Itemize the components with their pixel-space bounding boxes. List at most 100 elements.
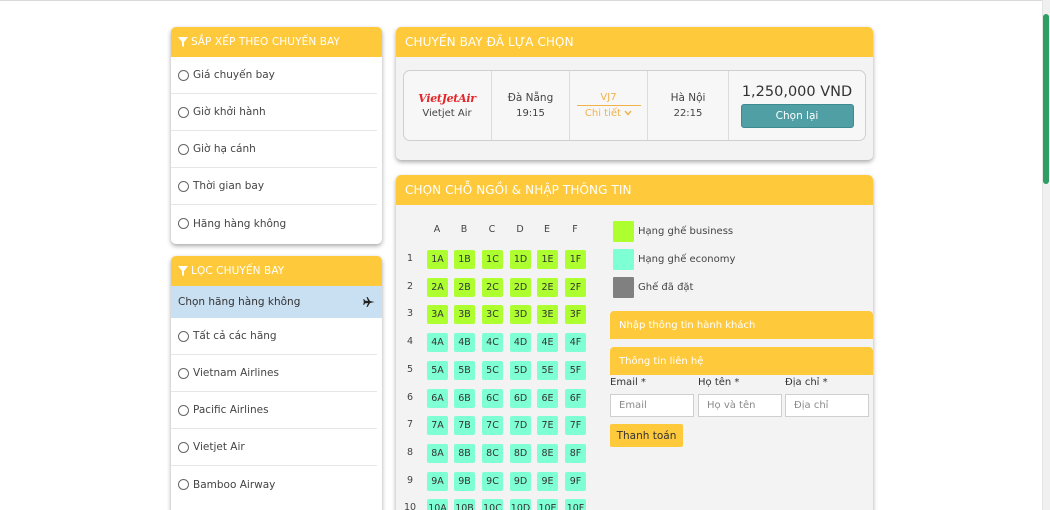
top-border — [0, 0, 1050, 1]
radio-button[interactable] — [178, 106, 189, 118]
seat-2D[interactable]: 2D — [510, 277, 531, 297]
seat-9D[interactable]: 9D — [510, 471, 531, 491]
seat-column-label: F — [572, 224, 578, 235]
name-field[interactable] — [698, 394, 782, 417]
seat-9F[interactable]: 9F — [565, 471, 586, 491]
seat-1A[interactable]: 1A — [427, 250, 448, 269]
seat-8C[interactable]: 8C — [482, 443, 503, 463]
sort-option[interactable]: Hãng hàng không — [171, 205, 377, 242]
seat-8D[interactable]: 8D — [510, 443, 531, 463]
email-field[interactable] — [610, 394, 694, 417]
seat-6C[interactable]: 6C — [482, 388, 503, 408]
seat-9E[interactable]: 9E — [537, 471, 558, 491]
seat-2F[interactable]: 2F — [565, 277, 586, 297]
seat-6D[interactable]: 6D — [510, 388, 531, 408]
seat-9C[interactable]: 9C — [482, 471, 503, 491]
seat-10C[interactable]: 10C — [482, 499, 503, 510]
seat-7A[interactable]: 7A — [427, 416, 448, 436]
seat-4A[interactable]: 4A — [427, 333, 448, 353]
seat-9B[interactable]: 9B — [454, 471, 475, 491]
seat-10A[interactable]: 10A — [427, 499, 448, 510]
seat-7D[interactable]: 7D — [510, 416, 531, 436]
sort-option[interactable]: Giờ hạ cánh — [171, 131, 377, 168]
seat-6E[interactable]: 6E — [537, 388, 558, 408]
seat-4E[interactable]: 4E — [537, 333, 558, 353]
seat-5D[interactable]: 5D — [510, 360, 531, 380]
sort-option[interactable]: Giá chuyến bay — [171, 57, 377, 94]
seat-1E[interactable]: 1E — [537, 250, 558, 269]
legend-economy: Hạng ghế economy — [613, 249, 735, 270]
arrival-city: Hà Nội — [670, 92, 706, 104]
seat-7C[interactable]: 7C — [482, 416, 503, 436]
seat-8F[interactable]: 8F — [565, 443, 586, 463]
seat-6F[interactable]: 6F — [565, 388, 586, 408]
seat-1C[interactable]: 1C — [482, 250, 503, 269]
seat-2B[interactable]: 2B — [454, 277, 475, 297]
seat-1F[interactable]: 1F — [565, 250, 586, 269]
reselect-button[interactable]: Chọn lại — [740, 103, 854, 128]
seat-10F[interactable]: 10F — [565, 499, 586, 510]
radio-button[interactable] — [178, 180, 189, 192]
airline-option[interactable]: Vietnam Airlines — [171, 355, 377, 392]
radio-button[interactable] — [178, 367, 189, 379]
airline-option[interactable]: Tất cả các hãng — [171, 318, 377, 355]
seat-9A[interactable]: 9A — [427, 471, 448, 491]
sort-option-label: Giờ hạ cánh — [193, 143, 256, 155]
seat-1B[interactable]: 1B — [454, 250, 475, 269]
seat-7F[interactable]: 7F — [565, 416, 586, 436]
seat-4C[interactable]: 4C — [482, 333, 503, 353]
seat-3C[interactable]: 3C — [482, 305, 503, 325]
airline-option[interactable]: Pacific Airlines — [171, 392, 377, 429]
seat-5F[interactable]: 5F — [565, 360, 586, 380]
seat-3D[interactable]: 3D — [510, 305, 531, 325]
seat-5E[interactable]: 5E — [537, 360, 558, 380]
flight-details-link[interactable]: Chi tiết — [585, 108, 632, 119]
seat-4D[interactable]: 4D — [510, 333, 531, 353]
seat-5C[interactable]: 5C — [482, 360, 503, 380]
vietjet-logo: VietJetAir — [418, 92, 476, 105]
scrollbar-thumb[interactable] — [1043, 14, 1049, 184]
pay-button[interactable]: Thanh toán — [610, 424, 683, 447]
seat-2A[interactable]: 2A — [427, 277, 448, 297]
seat-8B[interactable]: 8B — [454, 443, 475, 463]
seat-4B[interactable]: 4B — [454, 333, 475, 353]
seat-3E[interactable]: 3E — [537, 305, 558, 325]
radio-button[interactable] — [178, 69, 189, 81]
seat-10B[interactable]: 10B — [454, 499, 475, 510]
seat-6A[interactable]: 6A — [427, 388, 448, 408]
sort-option[interactable]: Giờ khởi hành — [171, 94, 377, 131]
seat-5B[interactable]: 5B — [454, 360, 475, 380]
radio-button[interactable] — [178, 441, 189, 453]
seat-7E[interactable]: 7E — [537, 416, 558, 436]
passenger-info-header[interactable]: Nhập thông tin hành khách — [610, 311, 873, 339]
seat-10E[interactable]: 10E — [537, 499, 558, 510]
radio-button[interactable] — [178, 218, 189, 229]
airline-option[interactable]: Bamboo Airway — [171, 466, 377, 503]
seat-10D[interactable]: 10D — [510, 499, 531, 510]
seat-3F[interactable]: 3F — [565, 305, 586, 325]
address-field[interactable] — [785, 394, 869, 417]
radio-button[interactable] — [178, 330, 189, 342]
seat-3A[interactable]: 3A — [427, 305, 448, 325]
seat-2C[interactable]: 2C — [482, 277, 503, 297]
seat-6B[interactable]: 6B — [454, 388, 475, 408]
selected-flight-title: CHUYẾN BAY ĐÃ LỰA CHỌN — [405, 35, 574, 49]
seat-4F[interactable]: 4F — [565, 333, 586, 353]
seat-1D[interactable]: 1D — [510, 250, 531, 269]
seat-8A[interactable]: 8A — [427, 443, 448, 463]
airline-option[interactable]: Vietjet Air — [171, 429, 377, 466]
airline-option-label: Tất cả các hãng — [193, 330, 277, 342]
radio-button[interactable] — [178, 404, 189, 416]
radio-button[interactable] — [178, 143, 189, 155]
name-label: Họ tên * — [698, 377, 740, 388]
seat-2E[interactable]: 2E — [537, 277, 558, 297]
airline-option-label: Vietjet Air — [193, 441, 245, 453]
seat-row-label: 7 — [406, 419, 414, 431]
sort-option[interactable]: Thời gian bay — [171, 168, 377, 205]
radio-button[interactable] — [178, 479, 189, 490]
seat-5A[interactable]: 5A — [427, 360, 448, 380]
airline-filter-header[interactable]: Chọn hãng hàng không — [171, 286, 382, 318]
seat-7B[interactable]: 7B — [454, 416, 475, 436]
seat-8E[interactable]: 8E — [537, 443, 558, 463]
seat-3B[interactable]: 3B — [454, 305, 475, 325]
